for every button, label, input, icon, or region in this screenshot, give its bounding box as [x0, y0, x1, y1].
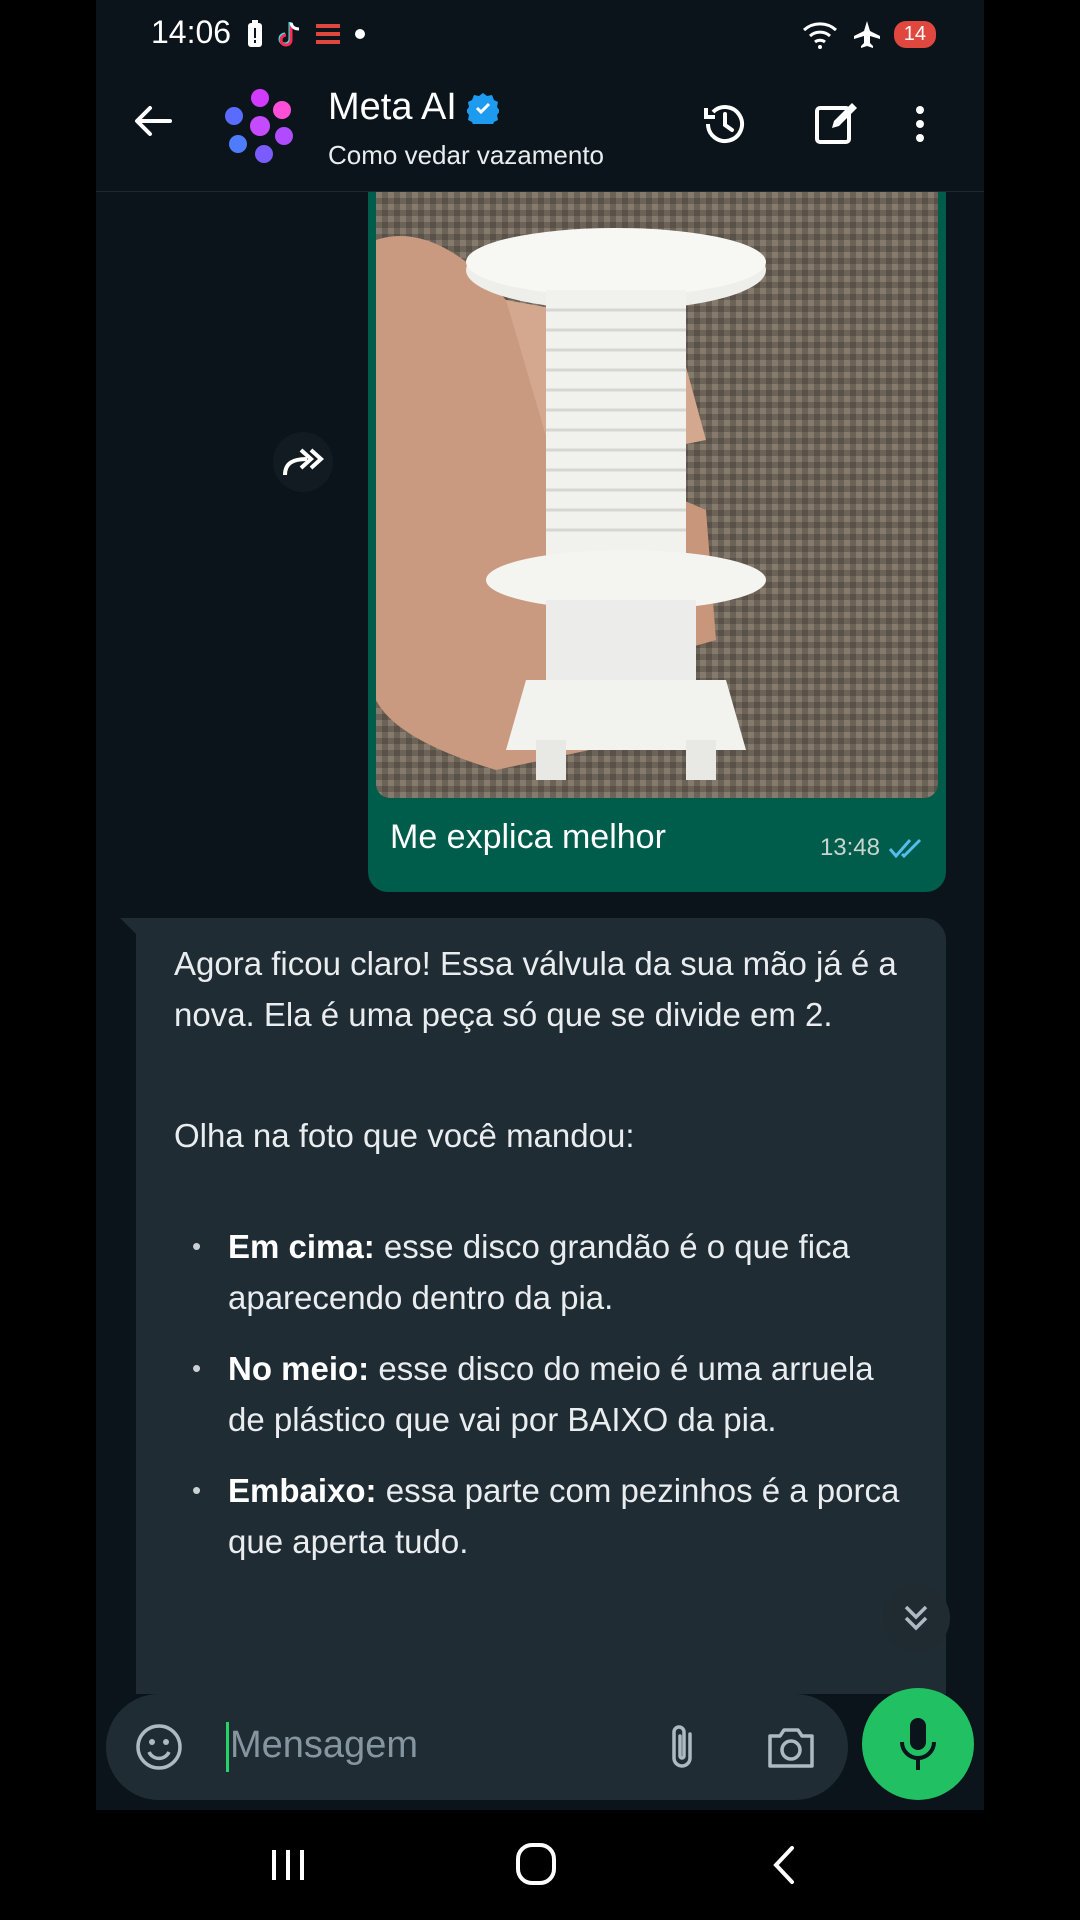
contact-name: Meta AI — [328, 86, 457, 128]
message-paragraph: Agora ficou claro! Essa válvula da sua m… — [174, 945, 897, 1033]
text-caret — [226, 1722, 229, 1772]
dot-icon — [355, 29, 365, 39]
incoming-message[interactable]: Agora ficou claro! Essa válvula da sua m… — [136, 918, 946, 1694]
history-icon[interactable] — [700, 100, 748, 148]
outgoing-message[interactable]: Me explica melhor 13:48 — [368, 192, 946, 892]
app-red-icon — [316, 24, 340, 44]
battery-alert-icon — [248, 20, 262, 47]
chat-title[interactable]: Meta AI — [328, 86, 499, 129]
meta-ai-avatar[interactable] — [222, 88, 298, 164]
camera-icon[interactable] — [764, 1722, 818, 1772]
sent-photo[interactable] — [376, 192, 938, 798]
bullet-label: No meio: — [228, 1350, 370, 1387]
bullet-label: Embaixo: — [228, 1472, 377, 1509]
forward-icon — [283, 448, 324, 476]
attach-paperclip-icon[interactable] — [658, 1720, 708, 1774]
status-bar: 14:06 14 — [96, 0, 984, 70]
double-chevron-down-icon — [904, 1605, 928, 1631]
new-chat-edit-icon[interactable] — [812, 100, 860, 148]
app-screen: 14:06 14 Meta AI Como vedar vazamento Me… — [96, 0, 984, 1810]
back-arrow-icon[interactable] — [130, 98, 176, 144]
message-paragraph: Olha na foto que você mandou: — [174, 1117, 635, 1154]
message-caption: Me explica melhor — [390, 818, 666, 856]
chat-header: Meta AI Como vedar vazamento — [96, 70, 984, 192]
home-icon[interactable] — [506, 1840, 566, 1890]
recent-apps-icon[interactable] — [258, 1840, 318, 1890]
message-meta: 13:48 — [820, 834, 926, 862]
bullet-list: Em cima: esse disco grandão é o que fica… — [174, 1221, 914, 1567]
list-item: Embaixo: essa parte com pezinhos é a por… — [174, 1465, 914, 1567]
wifi-icon — [802, 22, 837, 49]
microphone-icon — [900, 1718, 936, 1770]
verified-badge-icon — [466, 92, 499, 124]
airplane-icon — [853, 21, 880, 48]
more-options-icon[interactable] — [908, 100, 932, 148]
notification-icons — [246, 20, 366, 48]
status-time: 14:06 — [151, 14, 232, 50]
message-list[interactable]: Me explica melhor 13:48 Agora ficou clar… — [96, 192, 984, 1694]
message-body: Agora ficou claro! Essa válvula da sua m… — [174, 938, 914, 1587]
tiktok-icon — [278, 22, 300, 47]
scroll-to-bottom-button[interactable] — [882, 1584, 950, 1652]
back-nav-icon[interactable] — [756, 1840, 816, 1890]
emoji-icon[interactable] — [134, 1722, 184, 1772]
message-input-pill[interactable]: Mensagem — [106, 1694, 848, 1800]
system-navigation-bar — [0, 1810, 1080, 1920]
read-receipt-icon — [888, 838, 922, 859]
forward-button[interactable] — [273, 432, 333, 492]
system-status-icons: 14 — [800, 18, 936, 50]
list-item: No meio: esse disco do meio é uma arruel… — [174, 1343, 914, 1445]
message-input[interactable]: Mensagem — [230, 1724, 418, 1767]
battery-indicator: 14 — [893, 20, 936, 48]
list-item: Em cima: esse disco grandão é o que fica… — [174, 1221, 914, 1323]
chat-subtitle: Como vedar vazamento — [328, 140, 605, 170]
voice-message-button[interactable] — [862, 1688, 974, 1800]
message-time: 13:48 — [819, 834, 880, 861]
valve-photo-image — [376, 192, 938, 798]
bullet-label: Em cima: — [228, 1228, 375, 1265]
message-composer: Mensagem — [96, 1688, 984, 1810]
